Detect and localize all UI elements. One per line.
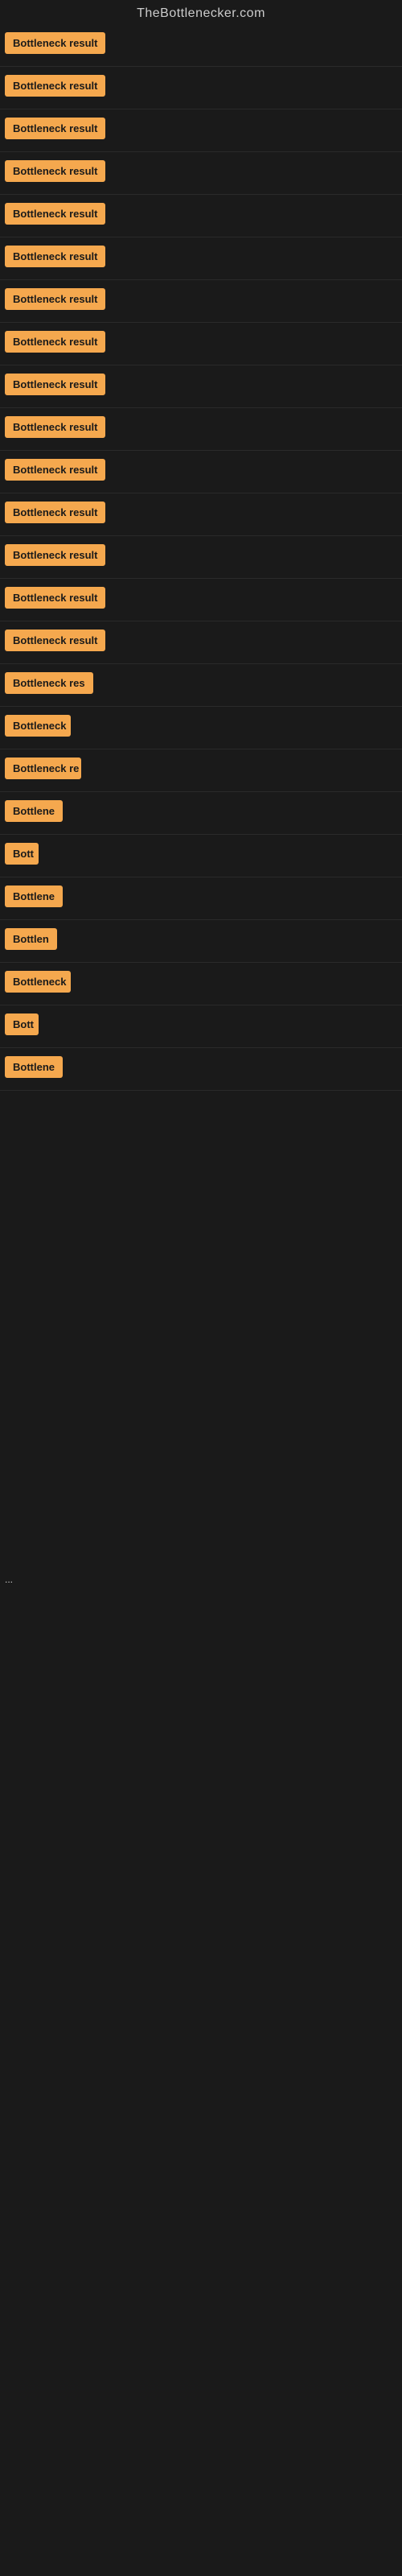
- result-row: Bottleneck result: [0, 365, 402, 408]
- result-row: Bottlen: [0, 920, 402, 963]
- result-row: Bottleneck result: [0, 109, 402, 152]
- result-row: Bottleneck result: [0, 67, 402, 109]
- result-row: Bottleneck result: [0, 536, 402, 579]
- result-row: Bottleneck result: [0, 451, 402, 493]
- bottleneck-badge[interactable]: Bottleneck result: [5, 288, 105, 310]
- bottleneck-badge[interactable]: Bottleneck result: [5, 331, 105, 353]
- result-row: Bottleneck result: [0, 621, 402, 664]
- bottleneck-badge[interactable]: Bottleneck result: [5, 459, 105, 481]
- bottleneck-badge[interactable]: Bottleneck result: [5, 246, 105, 267]
- result-row: Bottleneck result: [0, 237, 402, 280]
- result-row: Bottleneck: [0, 707, 402, 749]
- bottleneck-badge[interactable]: Bottleneck result: [5, 416, 105, 438]
- result-row: Bottleneck result: [0, 195, 402, 237]
- result-row: Bottleneck res: [0, 664, 402, 707]
- results-container: Bottleneck result Bottleneck result Bottle…: [0, 24, 402, 1091]
- bottleneck-badge[interactable]: Bott: [5, 843, 39, 865]
- bottleneck-badge[interactable]: Bottleneck result: [5, 374, 105, 395]
- result-row: Bottleneck result: [0, 579, 402, 621]
- bottleneck-badge[interactable]: Bottleneck: [5, 715, 71, 737]
- result-row: Bottleneck re: [0, 749, 402, 792]
- result-row: Bottlene: [0, 1048, 402, 1091]
- bottleneck-badge[interactable]: Bottlene: [5, 886, 63, 907]
- bottleneck-badge[interactable]: Bottleneck result: [5, 160, 105, 182]
- bottleneck-badge[interactable]: Bottleneck result: [5, 75, 105, 97]
- bottleneck-badge[interactable]: Bottleneck result: [5, 203, 105, 225]
- bottleneck-badge[interactable]: Bottleneck: [5, 971, 71, 993]
- result-row: Bottleneck result: [0, 493, 402, 536]
- ellipsis-indicator: ...: [0, 1091, 402, 1591]
- result-row: Bottleneck result: [0, 280, 402, 323]
- result-row: Bottleneck result: [0, 408, 402, 451]
- bottleneck-badge[interactable]: Bottlen: [5, 928, 57, 950]
- result-row: Bottleneck: [0, 963, 402, 1005]
- result-row: Bott: [0, 835, 402, 877]
- bottleneck-badge[interactable]: Bottleneck result: [5, 502, 105, 523]
- bottleneck-badge[interactable]: Bottleneck result: [5, 32, 105, 54]
- bottleneck-badge[interactable]: Bottlene: [5, 1056, 63, 1078]
- result-row: Bottleneck result: [0, 323, 402, 365]
- bottleneck-badge[interactable]: Bottleneck res: [5, 672, 93, 694]
- bottleneck-badge[interactable]: Bottleneck result: [5, 544, 105, 566]
- result-row: Bott: [0, 1005, 402, 1048]
- site-title: TheBottlenecker.com: [0, 0, 402, 24]
- result-row: Bottlene: [0, 877, 402, 920]
- result-row: Bottlene: [0, 792, 402, 835]
- bottleneck-badge[interactable]: Bottleneck result: [5, 587, 105, 609]
- result-row: Bottleneck result: [0, 24, 402, 67]
- bottleneck-badge[interactable]: Bott: [5, 1013, 39, 1035]
- bottleneck-badge[interactable]: Bottlene: [5, 800, 63, 822]
- bottleneck-badge[interactable]: Bottleneck re: [5, 758, 81, 779]
- bottleneck-badge[interactable]: Bottleneck result: [5, 118, 105, 139]
- result-row: Bottleneck result: [0, 152, 402, 195]
- bottleneck-badge[interactable]: Bottleneck result: [5, 630, 105, 651]
